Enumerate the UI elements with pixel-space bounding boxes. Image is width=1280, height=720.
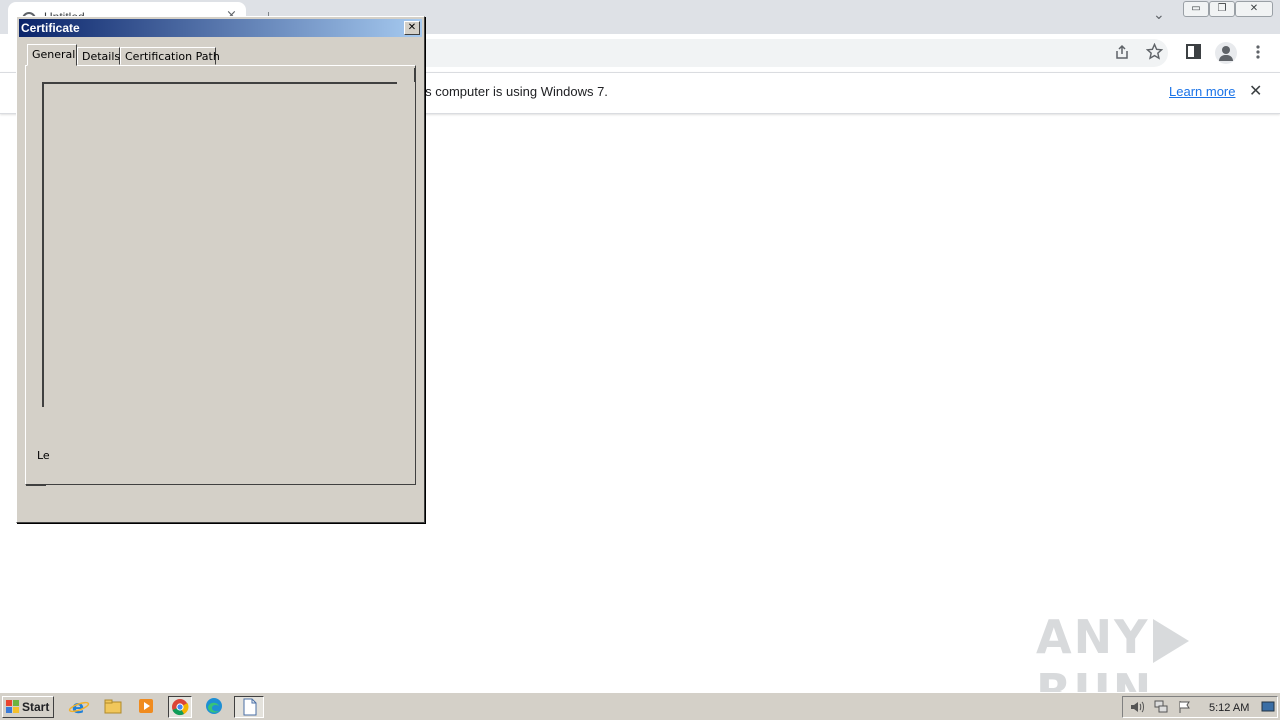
certificate-info-box: [42, 82, 397, 407]
play-icon: [1153, 618, 1190, 663]
infobar-message: his computer is using Windows 7.: [415, 84, 608, 99]
star-icon[interactable]: [1145, 42, 1164, 64]
notepad-icon[interactable]: [234, 696, 264, 718]
window-close-button[interactable]: ✕: [1235, 1, 1273, 17]
divider: [26, 485, 46, 486]
dialog-title: Certificate: [21, 21, 80, 35]
dialog-close-button[interactable]: ✕: [404, 21, 420, 35]
windows-logo-icon: [6, 700, 19, 713]
learn-more-link[interactable]: Learn more: [1169, 84, 1235, 99]
partial-label: Le: [37, 449, 50, 462]
taskbar: Start e 5:12 AM: [0, 692, 1280, 720]
side-panel-icon[interactable]: [1186, 44, 1201, 63]
dialog-titlebar[interactable]: Certificate ✕: [19, 19, 422, 37]
start-label: Start: [22, 700, 50, 714]
infobar-close-icon[interactable]: ✕: [1249, 81, 1262, 100]
tab-general[interactable]: General: [27, 44, 77, 66]
profile-icon[interactable]: [1215, 42, 1237, 64]
minimize-button[interactable]: ▭: [1183, 1, 1209, 17]
panel-edge: [414, 68, 416, 82]
certificate-dialog: Certificate ✕ General Details Certificat…: [16, 16, 425, 523]
restore-button[interactable]: ❐: [1209, 1, 1235, 17]
start-button[interactable]: Start: [2, 696, 54, 718]
watermark-left: ANY: [1036, 610, 1150, 664]
clock[interactable]: 5:12 AM: [1209, 702, 1249, 714]
edge-icon[interactable]: [203, 696, 227, 718]
general-tab-panel: [25, 65, 416, 485]
file-explorer-icon[interactable]: [102, 696, 126, 718]
show-desktop-icon[interactable]: [1261, 700, 1275, 714]
action-center-flag-icon[interactable]: [1177, 700, 1193, 714]
share-icon[interactable]: [1114, 44, 1130, 64]
internet-explorer-icon[interactable]: e: [68, 696, 92, 718]
media-player-icon[interactable]: [135, 696, 159, 718]
volume-icon[interactable]: [1129, 700, 1145, 714]
system-tray: 5:12 AM: [1122, 696, 1278, 718]
network-icon[interactable]: [1153, 700, 1169, 714]
tab-details[interactable]: Details: [77, 47, 120, 65]
menu-icon[interactable]: [1253, 44, 1263, 64]
chrome-icon[interactable]: [168, 696, 192, 718]
tab-search-icon[interactable]: ⌄: [1153, 7, 1165, 23]
tab-certification-path[interactable]: Certification Path: [120, 47, 220, 65]
